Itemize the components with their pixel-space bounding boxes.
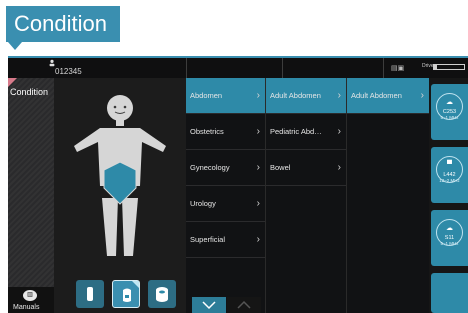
chevron-right-icon: › — [256, 162, 260, 173]
chevron-right-icon: › — [256, 90, 260, 101]
menu-item-bowel[interactable]: Bowel › — [266, 150, 346, 186]
probe-frequency: 5–1 MHz — [440, 241, 459, 246]
top-bar: 012345 ▤▣ Drive — [8, 56, 468, 78]
chevron-right-icon: › — [256, 126, 260, 137]
menu-item-label: Obstetrics — [190, 127, 224, 136]
topbar-divider — [282, 58, 283, 78]
patient-icon[interactable] — [48, 59, 56, 67]
menu-item-label: Pediatric Abd… — [270, 127, 322, 136]
chevron-right-icon: › — [337, 90, 341, 101]
menu-item-superficial[interactable]: Superficial › — [186, 222, 265, 258]
probe-l442[interactable]: ▀ L442 12–2 MHz — [431, 147, 468, 203]
convex-probe-icon — [123, 288, 131, 302]
drive-usage-bar — [433, 64, 465, 70]
probe-frequency: 5–1 MHz — [440, 115, 459, 120]
condition-callout: Condition — [6, 6, 120, 42]
drive-usage-fill — [434, 65, 437, 69]
menu-item-label: Urology — [190, 199, 216, 208]
menu-item-pediatric-abdomen[interactable]: Pediatric Abd… › — [266, 114, 346, 150]
linear-probe-icon — [87, 287, 93, 301]
menu-item-label: Bowel — [270, 163, 291, 172]
manuals-label: Manuals — [13, 304, 40, 311]
topbar-divider — [186, 58, 187, 78]
probe-slot-empty[interactable] — [431, 273, 468, 313]
convex-probe-button[interactable] — [112, 280, 140, 308]
menu-item-gynecology[interactable]: Gynecology › — [186, 150, 265, 186]
sidebar-corner-marker — [8, 78, 17, 87]
convex-probe-icon: ☁ — [446, 99, 453, 106]
subcategory-menu: Adult Abdomen › Pediatric Abd… › Bowel › — [265, 78, 346, 313]
chevron-right-icon: › — [337, 126, 341, 137]
chevron-right-icon: › — [420, 90, 424, 101]
sidebar-title: Condition — [10, 87, 49, 97]
patient-id[interactable]: 012345 — [55, 67, 82, 76]
probe-frequency: 12–2 MHz — [439, 178, 460, 183]
probe-list: ☁ C253 5–1 MHz ▀ L442 12–2 MHz ☁ S11 5–1… — [429, 78, 468, 313]
menu-item-urology[interactable]: Urology › — [186, 186, 265, 222]
callout-pointer — [8, 42, 22, 50]
device-screen: 012345 ▤▣ Drive Condition ▥ Manuals Abdo… — [8, 56, 468, 313]
menu-item-label: Adult Abdomen — [270, 91, 321, 100]
left-sidebar: Condition ▥ Manuals — [8, 78, 54, 313]
drive-label: Drive — [422, 63, 434, 69]
probe-s11[interactable]: ☁ S11 5–1 MHz — [431, 210, 468, 266]
linear-probe-icon: ▀ — [447, 161, 452, 168]
sector-probe-icon: ☁ — [446, 225, 453, 232]
body-diagram[interactable] — [54, 78, 186, 278]
menu-item-obstetrics[interactable]: Obstetrics › — [186, 114, 265, 150]
menu-item-adult-abdomen-preset[interactable]: Adult Abdomen › — [347, 78, 429, 114]
storage-status-icon: ▤▣ — [391, 65, 405, 72]
chevron-down-icon — [202, 301, 216, 310]
abdomen-region — [103, 161, 137, 205]
manuals-button[interactable]: ▥ Manuals — [8, 287, 54, 313]
body-right-leg — [122, 198, 138, 256]
body-head — [107, 95, 133, 121]
body-left-leg — [102, 198, 118, 256]
menu-item-abdomen[interactable]: Abdomen › — [186, 78, 265, 114]
chevron-right-icon: › — [256, 234, 260, 245]
linear-probe-button[interactable] — [76, 280, 104, 308]
chevron-up-icon — [237, 300, 251, 309]
menu-item-label: Superficial — [190, 235, 226, 244]
topbar-divider — [383, 58, 384, 78]
menu-item-label: Adult Abdomen — [351, 91, 402, 100]
menu-item-adult-abdomen[interactable]: Adult Abdomen › — [266, 78, 346, 114]
body-region-selector — [54, 78, 186, 313]
chevron-right-icon: › — [256, 198, 260, 209]
probe-c253[interactable]: ☁ C253 5–1 MHz — [431, 84, 468, 140]
chevron-right-icon: › — [337, 162, 341, 173]
book-icon: ▥ — [23, 290, 37, 301]
endocavity-probe-button[interactable] — [148, 280, 176, 308]
endocavity-probe-icon — [156, 287, 168, 302]
category-menu: Abdomen › Obstetrics › Gynecology › Urol… — [186, 78, 265, 313]
scroll-down-button[interactable] — [192, 297, 226, 313]
menu-item-label: Abdomen — [190, 91, 223, 100]
menu-item-label: Gynecology — [190, 163, 230, 172]
preset-menu: Adult Abdomen › — [346, 78, 429, 313]
scroll-up-button[interactable] — [227, 297, 261, 313]
